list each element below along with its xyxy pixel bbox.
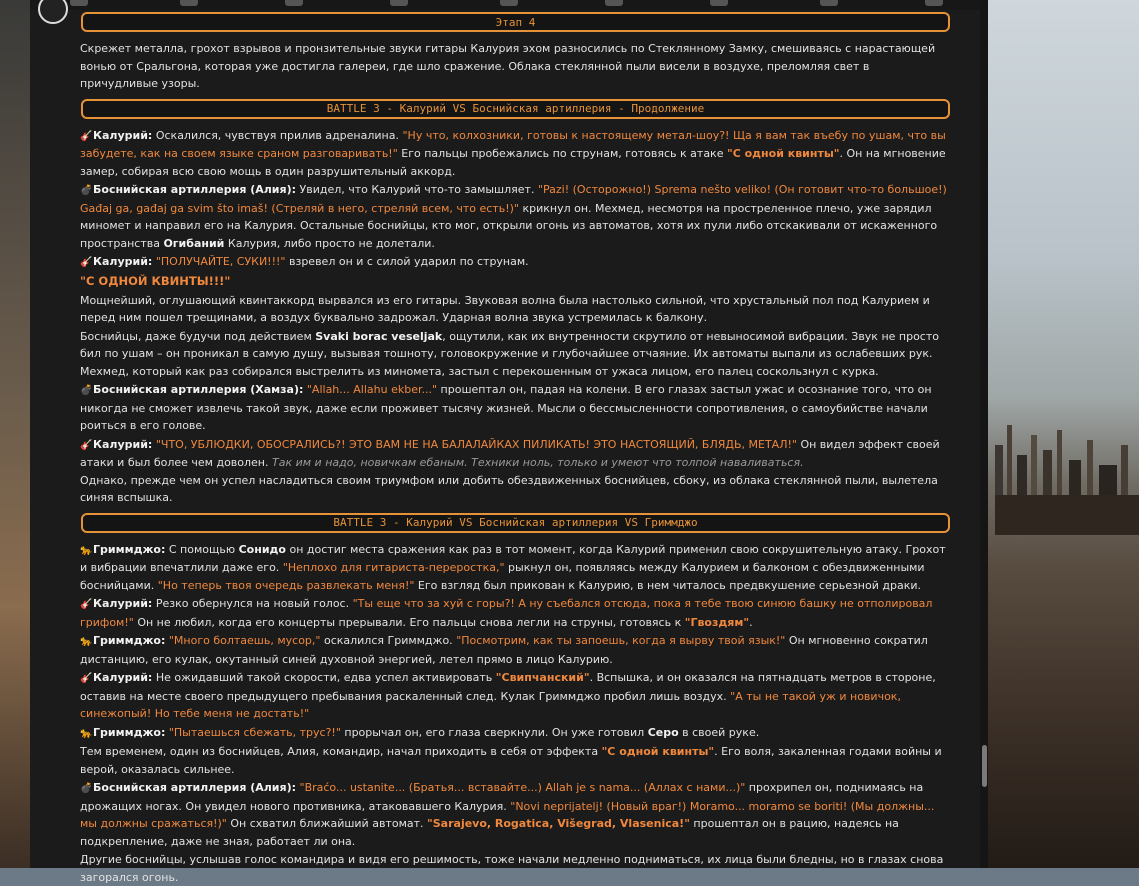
- toolbar-icon-1[interactable]: [70, 0, 88, 6]
- scrollbar-track[interactable]: [980, 0, 988, 868]
- speaker-name: Гриммджо:: [93, 634, 166, 647]
- message-grimmjow-3: 🐆Гриммджо: "Пытаешься сбежать, трус?!" п…: [80, 724, 950, 743]
- guitar-icon: 🎸: [80, 673, 93, 684]
- battle-banner-1: BATTLE 3 - Калурий VS Боснийская артилле…: [81, 98, 950, 119]
- battle-banner-2: BATTLE 3 - Калурий VS Боснийская артилле…: [81, 512, 950, 533]
- text: оскалился Гриммджо.: [320, 634, 457, 647]
- toolbar-icon-7[interactable]: [710, 0, 728, 6]
- speaker-name: Боснийская артиллерия (Алия):: [93, 183, 297, 196]
- bomb-icon: 💣: [80, 783, 93, 794]
- text: прорычал он, его глаза сверкнули. Он уже…: [340, 725, 648, 739]
- quote: "Неплохо для гитариста-переростка,": [282, 561, 505, 574]
- speaker-name: Калурий:: [93, 128, 153, 142]
- text: Увидел, что Калурий что-то замышляет.: [296, 183, 538, 196]
- speaker-name: Калурий:: [93, 671, 153, 684]
- speaker-name: Гриммджо:: [93, 725, 166, 739]
- message-kalurium-1: 🎸Калурий: Оскалился, чувствуя прилив адр…: [80, 127, 950, 181]
- scrollbar-thumb[interactable]: [982, 745, 987, 787]
- guitar-icon: 🎸: [80, 257, 93, 268]
- text: в своей руке.: [678, 725, 760, 739]
- message-kalurium-2: 🎸Калурий: "ПОЛУЧАЙТЕ, СУКИ!!!" взревел о…: [80, 253, 950, 272]
- big-shout: "С ОДНОЙ КВИНТЫ!!!": [80, 273, 231, 288]
- quote-skill: "С одной квинты": [601, 745, 715, 758]
- toolbar-icon-6[interactable]: [605, 0, 623, 6]
- text: Резко обернулся на новый голос.: [152, 597, 353, 610]
- stage-banner-text: Этап 4: [495, 15, 536, 29]
- quote-skill: "С одной квинты": [726, 147, 840, 160]
- background-ruins: [995, 425, 1139, 535]
- guitar-icon: 🎸: [80, 130, 93, 142]
- inner-thought: Так им и надо, новичкам ебаным. Техники …: [272, 456, 804, 469]
- bomb-icon: 💣: [80, 185, 93, 196]
- quote: "Пытаешься сбежать, трус?!": [165, 725, 341, 739]
- text: Не ожидавший такой скорости, едва успел …: [152, 671, 496, 684]
- bold-term: Серо: [647, 725, 679, 739]
- quote: "Allah... Allahu ekber...": [303, 383, 438, 396]
- message-grimmjow-2: 🐆Гриммджо: "Много болтаешь, мусор," оска…: [80, 632, 950, 668]
- top-toolbar: [30, 0, 988, 10]
- message-artillery-aliya-2: 💣Боснийская артиллерия (Алия): "Braćo...…: [80, 779, 950, 850]
- speaker-name: Гриммджо:: [93, 542, 166, 556]
- text: Тем временем, один из боснийцев, Алия, к…: [80, 745, 602, 758]
- speaker-name: Калурий:: [93, 255, 153, 268]
- text: С помощью: [165, 542, 239, 556]
- toolbar-icon-2[interactable]: [180, 0, 198, 6]
- panther-icon: 🐆: [80, 727, 93, 739]
- speaker-name: Боснийская артиллерия (Алия):: [93, 781, 297, 794]
- text: Боснийцы, даже будучи под действием: [80, 329, 316, 343]
- text: .: [749, 615, 753, 629]
- message-artillery-hamza: 💣Боснийская артиллерия (Хамза): "Allah..…: [80, 381, 950, 435]
- quote: "Много болтаешь, мусор,": [165, 634, 321, 647]
- toolbar-icon-5[interactable]: [500, 0, 518, 6]
- message-kalurium-4: 🎸Калурий: Резко обернулся на новый голос…: [80, 595, 950, 631]
- text: Оскалился, чувствуя прилив адреналина.: [152, 128, 403, 142]
- quote: "Посмотрим, как ты запоешь, когда я вырв…: [456, 634, 786, 647]
- bold-term: Сонидо: [238, 542, 286, 556]
- quote-skill: "Свипчанский": [495, 671, 590, 684]
- guitar-icon: 🎸: [80, 439, 93, 451]
- message-grimmjow-1: 🐆Гриммджо: С помощью Сонидо он достиг ме…: [80, 541, 950, 595]
- panther-icon: 🐆: [80, 544, 93, 556]
- speaker-name: Калурий:: [93, 437, 153, 451]
- toolbar-icon-4[interactable]: [390, 0, 408, 6]
- battle-banner-1-text: BATTLE 3 - Калурий VS Боснийская артилле…: [326, 102, 705, 115]
- quote: "ПОЛУЧАЙТЕ, СУКИ!!!": [152, 255, 286, 268]
- message-kalurium-5: 🎸Калурий: Не ожидавший такой скорости, е…: [80, 669, 950, 723]
- speaker-name: Калурий:: [93, 597, 153, 610]
- paragraph-last: Другие боснийцы, услышав голос командира…: [80, 853, 944, 884]
- quote-skill: "Гвоздям": [684, 615, 750, 629]
- panther-icon: 🐆: [80, 636, 93, 647]
- bold-term: Svaki borac veseljak: [315, 329, 443, 343]
- text: Его пальцы пробежались по струнам, готов…: [397, 147, 727, 160]
- chat-message-content: Этап 4 Скрежет металла, грохот взрывов и…: [80, 10, 950, 886]
- quote: "Но теперь твоя очередь развлекать меня!…: [157, 578, 415, 592]
- background-left-strip: [0, 0, 30, 868]
- toolbar-icon-8[interactable]: [820, 0, 838, 6]
- paragraph-flash: Однако, прежде чем он успел насладиться …: [80, 473, 938, 505]
- quote: "ЧТО, УБЛЮДКИ, ОБОСРАЛИСЬ?! ЭТО ВАМ НЕ Н…: [152, 437, 797, 451]
- toolbar-icon-3[interactable]: [285, 0, 303, 6]
- text: взревел он и с силой ударил по струнам.: [285, 255, 529, 268]
- guitar-icon: 🎸: [80, 599, 93, 610]
- paragraph-intro: Скрежет металла, грохот взрывов и пронзи…: [80, 42, 936, 90]
- text: Он схватил ближайший автомат.: [226, 817, 428, 830]
- stage-banner: Этап 4: [81, 12, 950, 32]
- paragraph-bosnians: Боснийцы, даже будучи под действием Svak…: [80, 328, 950, 381]
- message-kalurium-3: 🎸Калурий: "ЧТО, УБЛЮДКИ, ОБОСРАЛИСЬ?! ЭТ…: [80, 436, 950, 472]
- paragraph-wave: Мощнейший, оглушающий квинтаккорд вырвал…: [80, 293, 930, 325]
- paragraph-aliya: Тем временем, один из боснийцев, Алия, к…: [80, 743, 950, 778]
- quote-bold: "Sarajevo, Rogatica, Višegrad, Vlasenica…: [427, 817, 690, 830]
- speaker-name: Боснийская артиллерия (Хамза):: [93, 383, 304, 396]
- toolbar-icon-9[interactable]: [925, 0, 943, 6]
- text: Калурия, либо просто не долетали.: [224, 236, 435, 250]
- quote: "Braćo... ustanite... (Братья... вставай…: [296, 781, 746, 794]
- text: Его взгляд был прикован к Калурию, в нем…: [414, 578, 921, 592]
- battle-banner-2-text: BATTLE 3 - Калурий VS Боснийская артилле…: [333, 516, 698, 529]
- text: Он не любил, когда его концерты прерывал…: [133, 615, 685, 629]
- message-artillery-aliya-1: 💣Боснийская артиллерия (Алия): Увидел, ч…: [80, 181, 950, 252]
- bomb-icon: 💣: [80, 385, 93, 396]
- bold-term: Огибаний: [163, 236, 225, 250]
